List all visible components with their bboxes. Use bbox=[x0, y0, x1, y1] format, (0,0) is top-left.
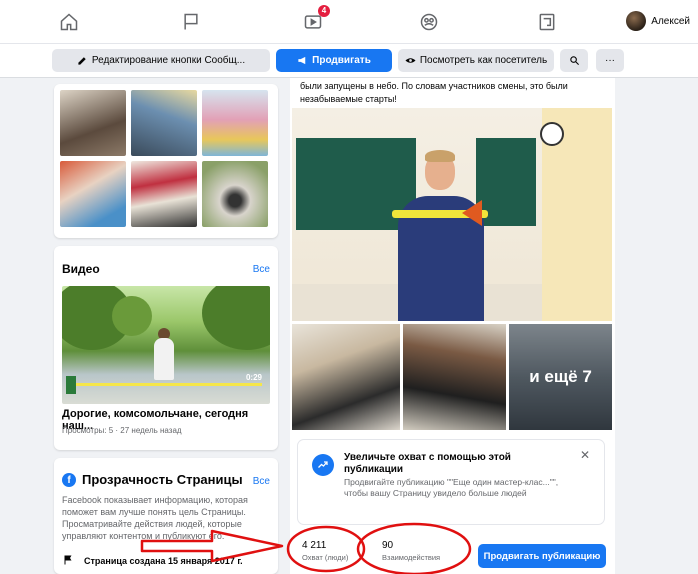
boost-suggestion: Увеличьте охват с помощью этой публикаци… bbox=[298, 440, 604, 524]
engagement-label: Взаимодействия bbox=[382, 553, 441, 562]
reach-value: 4 211 bbox=[302, 540, 327, 551]
flag-icon bbox=[62, 554, 74, 568]
flag-icon[interactable] bbox=[178, 10, 204, 34]
photo-thumbnail[interactable] bbox=[202, 161, 268, 227]
more-label: ··· bbox=[605, 55, 615, 66]
boost-title: Увеличьте охват с помощью этой публикаци… bbox=[344, 452, 511, 475]
page-action-bar: Редактирование кнопки Сообщ... Продвигат… bbox=[0, 44, 698, 78]
post-main-photo[interactable] bbox=[292, 108, 612, 321]
pencil-icon bbox=[78, 57, 86, 65]
profile-button[interactable]: Алексей bbox=[626, 11, 690, 31]
close-icon[interactable]: ✕ bbox=[580, 448, 590, 462]
eye-icon bbox=[405, 58, 416, 63]
facebook-icon: f bbox=[62, 472, 76, 487]
transparency-title-text: Прозрачность Страницы bbox=[82, 472, 243, 487]
top-navigation: 4 Алексей bbox=[0, 0, 698, 44]
home-icon[interactable] bbox=[56, 10, 82, 34]
video-thumbnail[interactable]: 0:29 bbox=[62, 286, 270, 404]
photo-thumbnail[interactable] bbox=[131, 90, 197, 156]
transparency-card: f Прозрачность Страницы Все Facebook пок… bbox=[54, 458, 278, 574]
video-card-title: Видео bbox=[62, 262, 100, 276]
video-meta: Просмотры: 5 · 27 недель назад bbox=[62, 426, 182, 435]
more-photos-overlay[interactable]: и ещё 7 bbox=[509, 324, 612, 430]
edit-button-label: Редактирование кнопки Сообщ... bbox=[91, 55, 246, 66]
edit-button-button[interactable]: Редактирование кнопки Сообщ... bbox=[52, 49, 270, 72]
page-created-text: Страница создана 15 января 2017 г. bbox=[84, 556, 243, 566]
video-duration: 0:29 bbox=[245, 373, 262, 382]
boost-text: Продвигайте публикацию ""Еще один мастер… bbox=[344, 477, 559, 498]
megaphone-icon bbox=[298, 56, 306, 65]
post-photo[interactable] bbox=[292, 324, 400, 430]
photos-card bbox=[54, 84, 278, 238]
engagement-value: 90 bbox=[382, 540, 394, 551]
video-badge: 4 bbox=[318, 5, 330, 17]
reach-stat[interactable]: 4 211 Охват (люди) bbox=[302, 540, 348, 562]
avatar bbox=[626, 11, 647, 31]
video-icon[interactable]: 4 bbox=[300, 5, 330, 34]
video-see-all-link[interactable]: Все bbox=[253, 264, 270, 275]
search-icon bbox=[569, 56, 579, 66]
view-as-label: Посмотреть как посетитель bbox=[419, 55, 548, 66]
more-options-button[interactable]: ··· bbox=[596, 49, 624, 72]
groups-icon[interactable] bbox=[416, 10, 442, 34]
view-as-visitor-button[interactable]: Посмотреть как посетитель bbox=[398, 49, 554, 72]
reach-label: Охват (люди) bbox=[302, 553, 349, 562]
boost-post-button[interactable]: Продвигать публикацию bbox=[478, 544, 606, 568]
post-photo[interactable] bbox=[403, 324, 506, 430]
post-text: были запущены в небо. По словам участник… bbox=[300, 81, 568, 104]
promote-label: Продвигать bbox=[312, 55, 371, 66]
transparency-title: f Прозрачность Страницы bbox=[62, 472, 243, 487]
search-button[interactable] bbox=[560, 49, 588, 72]
pages-icon[interactable] bbox=[534, 10, 560, 34]
page-created-row: Страница создана 15 января 2017 г. bbox=[62, 554, 243, 568]
transparency-see-all-link[interactable]: Все bbox=[253, 476, 270, 487]
transparency-description: Facebook показывает информацию, которая … bbox=[62, 495, 248, 541]
engagement-stat[interactable]: 90 Взаимодействия bbox=[382, 540, 440, 562]
trend-up-icon bbox=[312, 454, 334, 476]
profile-name: Алексей bbox=[651, 15, 690, 27]
post: были запущены в небо. По словам участник… bbox=[290, 78, 615, 574]
post-photo-more[interactable]: и ещё 7 bbox=[509, 324, 612, 430]
photo-thumbnail[interactable] bbox=[60, 161, 126, 227]
photo-thumbnail[interactable] bbox=[60, 90, 126, 156]
photo-thumbnail[interactable] bbox=[131, 161, 197, 227]
video-card: Видео Все 0:29 Дорогие, комсомольчане, с… bbox=[54, 246, 278, 450]
promote-button[interactable]: Продвигать bbox=[276, 49, 392, 72]
photo-thumbnail[interactable] bbox=[202, 90, 268, 156]
